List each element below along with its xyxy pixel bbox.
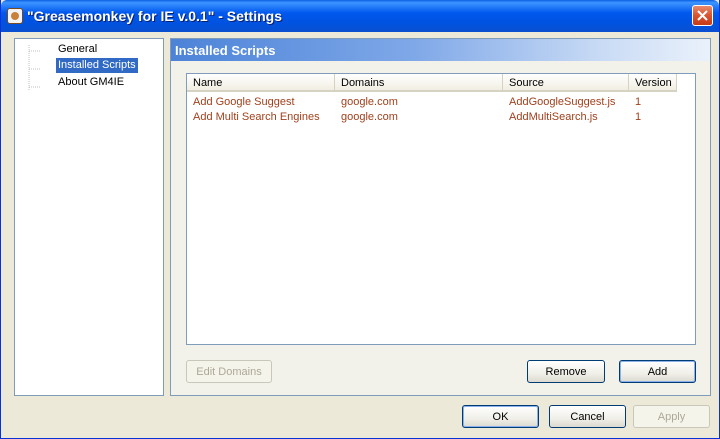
- settings-nav-tree: General Installed Scripts About GM4IE: [14, 38, 164, 396]
- list-header: Name Domains Source Version: [187, 74, 695, 92]
- table-row[interactable]: Add Multi Search Engines google.com AddM…: [187, 110, 695, 124]
- nav-item-about[interactable]: About GM4IE: [56, 75, 126, 90]
- title-bar[interactable]: "Greasemonkey for IE v.0.1" - Settings: [1, 0, 719, 32]
- column-header-name[interactable]: Name: [187, 74, 335, 92]
- installed-scripts-panel: Installed Scripts Name Domains Source Ve…: [170, 38, 711, 396]
- column-header-version[interactable]: Version: [629, 74, 677, 92]
- script-domains: google.com: [341, 111, 398, 123]
- nav-item-installed-scripts[interactable]: Installed Scripts: [56, 58, 138, 73]
- ok-button[interactable]: OK: [462, 405, 539, 428]
- greasemonkey-app-icon[interactable]: [7, 8, 23, 24]
- script-version: 1: [635, 96, 642, 108]
- script-source: AddMultiSearch.js: [509, 111, 598, 123]
- script-version: 1: [635, 111, 642, 123]
- window-title: "Greasemonkey for IE v.0.1" - Settings: [27, 8, 282, 24]
- table-row[interactable]: Add Google Suggest google.com AddGoogleS…: [187, 95, 695, 109]
- edit-domains-button[interactable]: Edit Domains: [186, 360, 272, 383]
- settings-window: "Greasemonkey for IE v.0.1" - Settings G…: [0, 0, 720, 439]
- remove-button[interactable]: Remove: [527, 360, 605, 383]
- scripts-list[interactable]: Name Domains Source Version Add Google S…: [186, 73, 696, 345]
- cancel-button[interactable]: Cancel: [549, 405, 626, 428]
- close-button[interactable]: [692, 5, 713, 26]
- nav-item-general[interactable]: General: [56, 42, 99, 57]
- script-name: Add Multi Search Engines: [193, 111, 320, 123]
- apply-button[interactable]: Apply: [633, 405, 710, 428]
- script-source: AddGoogleSuggest.js: [509, 96, 616, 108]
- script-domains: google.com: [341, 96, 398, 108]
- panel-title: Installed Scripts: [175, 43, 276, 58]
- add-button[interactable]: Add: [619, 360, 696, 383]
- close-icon: [697, 10, 708, 21]
- column-header-domains[interactable]: Domains: [335, 74, 503, 92]
- script-name: Add Google Suggest: [193, 96, 295, 108]
- column-header-source[interactable]: Source: [503, 74, 629, 92]
- tree-connector-lines: [28, 45, 41, 91]
- panel-header: Installed Scripts: [171, 39, 710, 61]
